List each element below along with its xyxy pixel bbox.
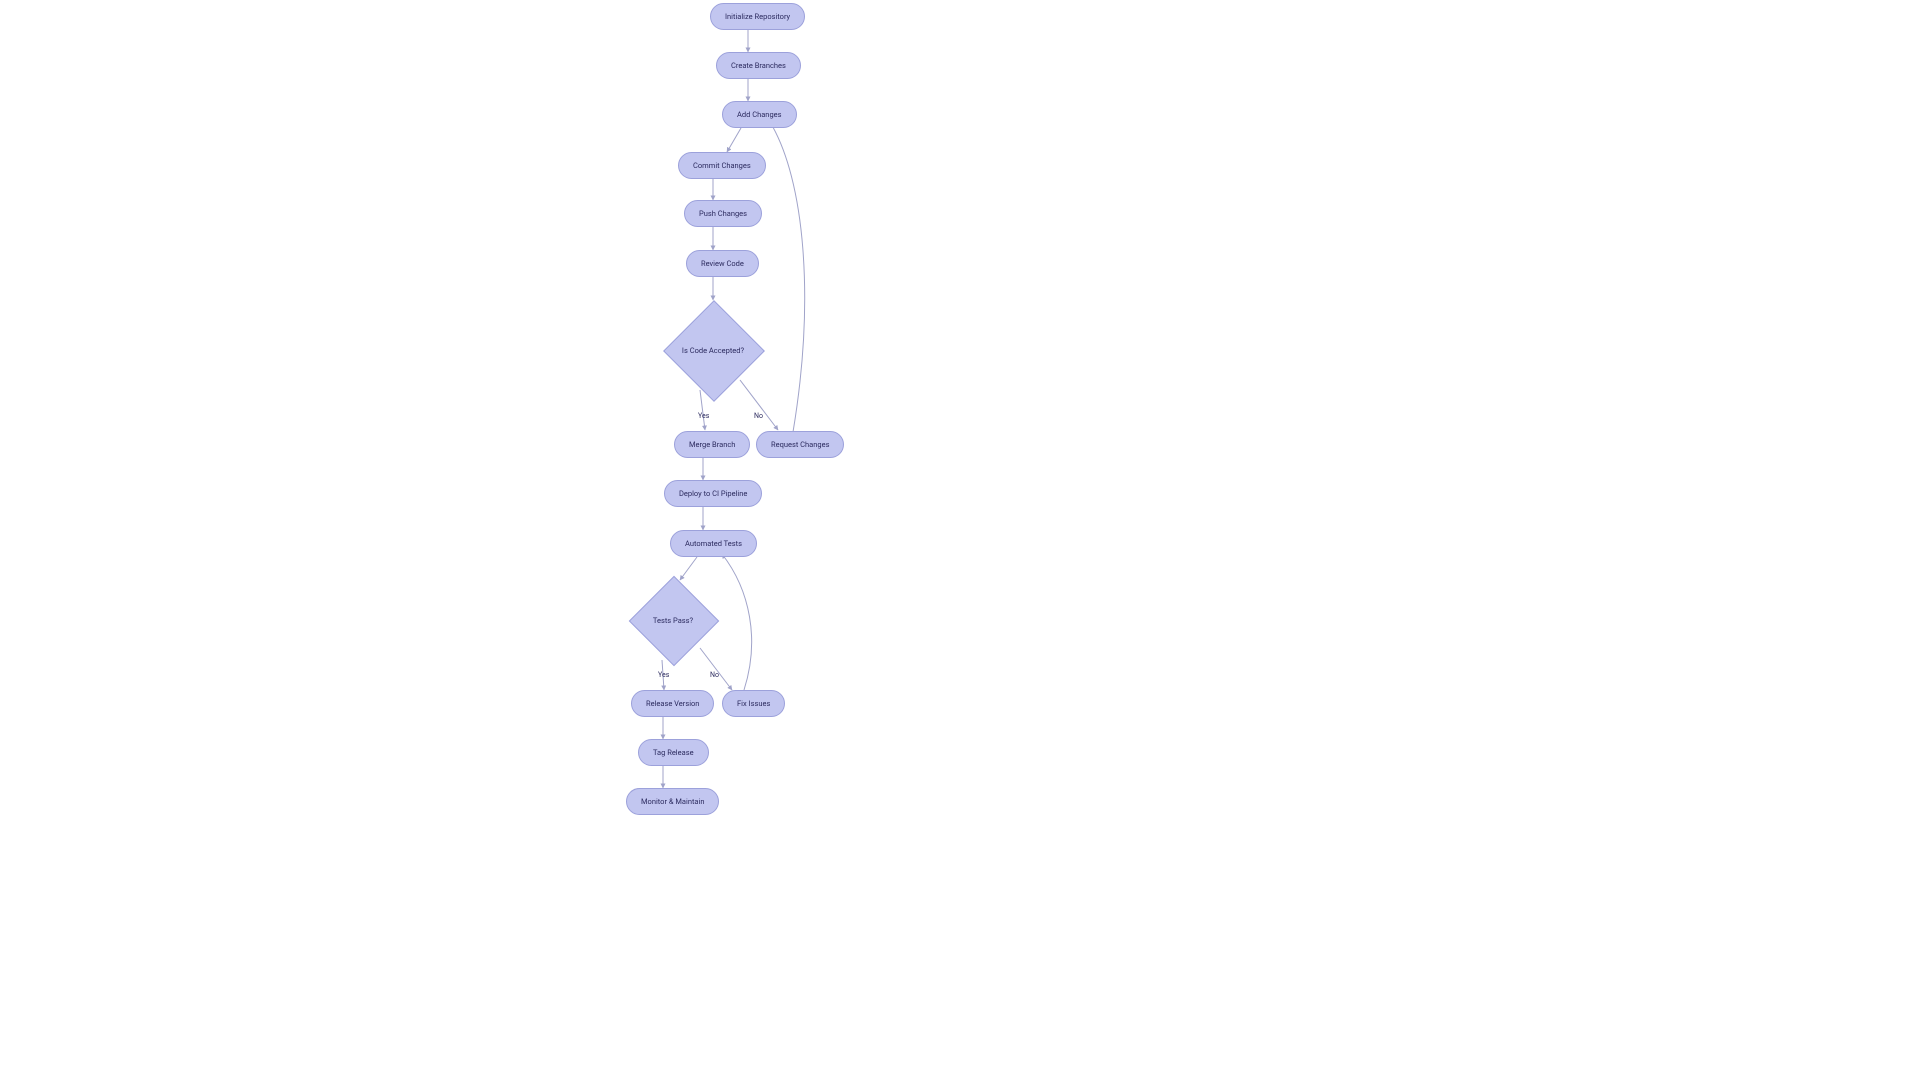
- edge-label-accepted-no: No: [754, 412, 763, 420]
- node-merge-branch: Merge Branch: [674, 431, 750, 458]
- node-initialize-repository: Initialize Repository: [710, 3, 805, 30]
- flowchart-canvas: Initialize Repository Create Branches Ad…: [0, 0, 1920, 1080]
- node-commit-changes: Commit Changes: [678, 152, 766, 179]
- edge-label-accepted-yes: Yes: [698, 412, 709, 420]
- edge-label-tests-no: No: [710, 671, 719, 679]
- node-deploy-ci: Deploy to CI Pipeline: [664, 480, 762, 507]
- edge-fix-tests: [722, 554, 752, 690]
- edges-layer: [0, 0, 1920, 1080]
- node-request-changes: Request Changes: [756, 431, 844, 458]
- edge-addchanges-commit: [727, 128, 741, 152]
- node-create-branches: Create Branches: [716, 52, 801, 79]
- edge-request-addchanges: [770, 122, 805, 432]
- node-tests-pass: Tests Pass?: [623, 570, 723, 670]
- node-is-code-accepted: Is Code Accepted?: [663, 300, 763, 400]
- node-release-version: Release Version: [631, 690, 714, 717]
- node-push-changes: Push Changes: [684, 200, 762, 227]
- node-monitor-maintain: Monitor & Maintain: [626, 788, 719, 815]
- node-tag-release: Tag Release: [638, 739, 709, 766]
- node-fix-issues: Fix Issues: [722, 690, 785, 717]
- node-automated-tests: Automated Tests: [670, 530, 757, 557]
- node-add-changes: Add Changes: [722, 101, 797, 128]
- node-review-code: Review Code: [686, 250, 759, 277]
- edge-label-tests-yes: Yes: [658, 671, 669, 679]
